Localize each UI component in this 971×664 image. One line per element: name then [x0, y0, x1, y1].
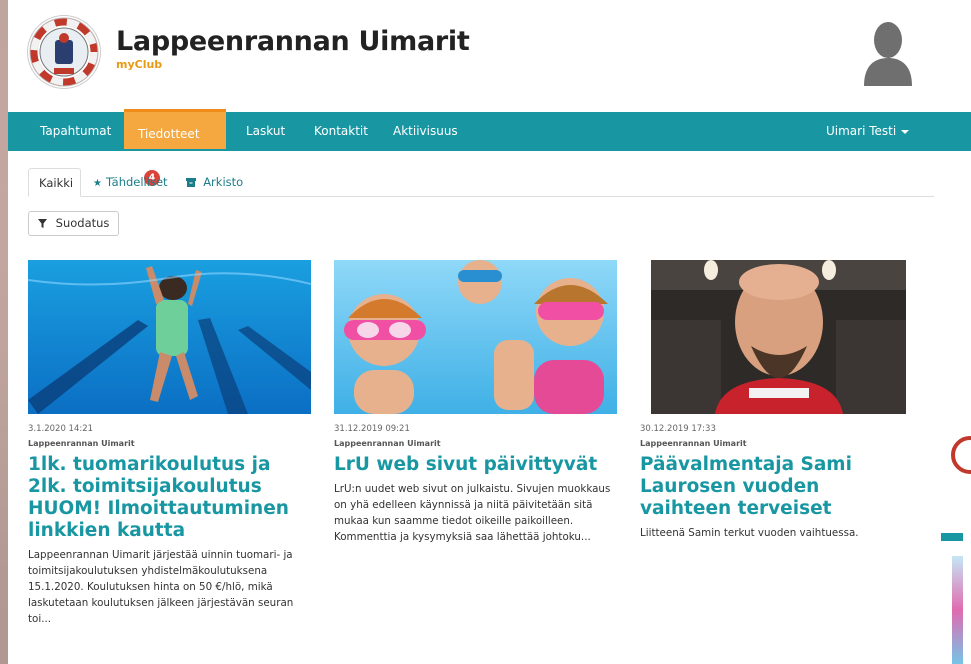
nav-label: Tiedotteet	[138, 127, 200, 141]
article-date: 30.12.2019 17:33	[640, 424, 716, 434]
user-avatar-icon[interactable]	[860, 20, 916, 88]
article-org: Lappeenrannan Uimarit	[640, 439, 747, 448]
article-excerpt: LrU:n uudet web sivut on julkaistu. Sivu…	[334, 483, 611, 543]
article-date: 31.12.2019 09:21	[334, 424, 410, 434]
tab-tahdelliset[interactable]: ★ Tähdelliset	[83, 168, 178, 196]
article-image-coach[interactable]	[651, 260, 906, 414]
nav-label: Laskut	[246, 124, 286, 138]
article-card[interactable]: 30.12.2019 17:33 Lappeenrannan Uimarit P…	[640, 260, 910, 541]
filter-button[interactable]: Suodatus	[28, 211, 120, 236]
article-title[interactable]: 1lk. tuomarikoulutus ja 2lk. toimitsijak…	[28, 454, 311, 542]
filter-tabs: Kaikki ★ Tähdelliset Arkisto	[28, 168, 934, 197]
nav-item-tiedotteet[interactable]: Tiedotteet4	[124, 109, 226, 186]
background-logo-fragment	[950, 435, 971, 475]
nav-item-kontaktit[interactable]: Kontaktit	[314, 112, 368, 151]
filter-label: Suodatus	[55, 216, 110, 230]
nav-item-aktiivisuus[interactable]: Aktiivisuus	[393, 112, 458, 151]
article-excerpt: Liitteenä Samin terkut vuoden vaihtuessa…	[640, 527, 859, 539]
nav-item-laskut[interactable]: Laskut	[246, 112, 285, 151]
article-card[interactable]: 3.1.2020 14:21 Lappeenrannan Uimarit 1lk…	[28, 260, 311, 627]
article-card[interactable]: 31.12.2019 09:21 Lappeenrannan Uimarit L…	[334, 260, 617, 545]
user-name: Uimari Testi	[826, 124, 897, 138]
club-title: Lappeenrannan Uimarit	[116, 26, 470, 57]
tab-arkisto[interactable]: Arkisto	[176, 168, 253, 196]
brand-label: myClub	[116, 58, 163, 71]
main-nav: Tapahtumat Tiedotteet4 Laskut Kontaktit …	[8, 109, 971, 186]
article-title[interactable]: Päävalmentaja Sami Laurosen vuoden vaiht…	[640, 454, 910, 520]
tab-label: Kaikki	[39, 176, 74, 190]
app-window: Lappeenrannan Uimarit myClub Tapahtumat …	[8, 0, 971, 664]
article-date: 3.1.2020 14:21	[28, 424, 94, 434]
star-icon: ★	[93, 178, 102, 189]
nav-label: Aktiivisuus	[393, 124, 458, 138]
article-image-kids[interactable]	[334, 260, 617, 414]
background-bar-fragment	[941, 533, 963, 541]
background-image-fragment	[952, 556, 963, 664]
tab-label: Tähdelliset	[105, 175, 168, 189]
article-excerpt: Lappeenrannan Uimarit järjestää uinnin t…	[28, 549, 294, 625]
article-image-pool[interactable]	[28, 260, 311, 414]
nav-label: Kontaktit	[314, 124, 368, 138]
archive-icon	[186, 178, 199, 189]
caret-down-icon	[901, 129, 910, 134]
tab-label: Arkisto	[203, 175, 244, 189]
header: Lappeenrannan Uimarit myClub	[8, 0, 971, 112]
user-menu[interactable]: Uimari Testi	[826, 112, 910, 151]
filter-icon	[38, 216, 56, 230]
nav-label: Tapahtumat	[40, 124, 112, 138]
nav-item-tapahtumat[interactable]: Tapahtumat	[40, 112, 111, 151]
tab-kaikki[interactable]: Kaikki	[28, 168, 81, 197]
article-org: Lappeenrannan Uimarit	[334, 439, 441, 448]
article-title[interactable]: LrU web sivut päivittyvät	[334, 454, 617, 476]
article-org: Lappeenrannan Uimarit	[28, 439, 135, 448]
club-logo[interactable]	[28, 16, 100, 88]
